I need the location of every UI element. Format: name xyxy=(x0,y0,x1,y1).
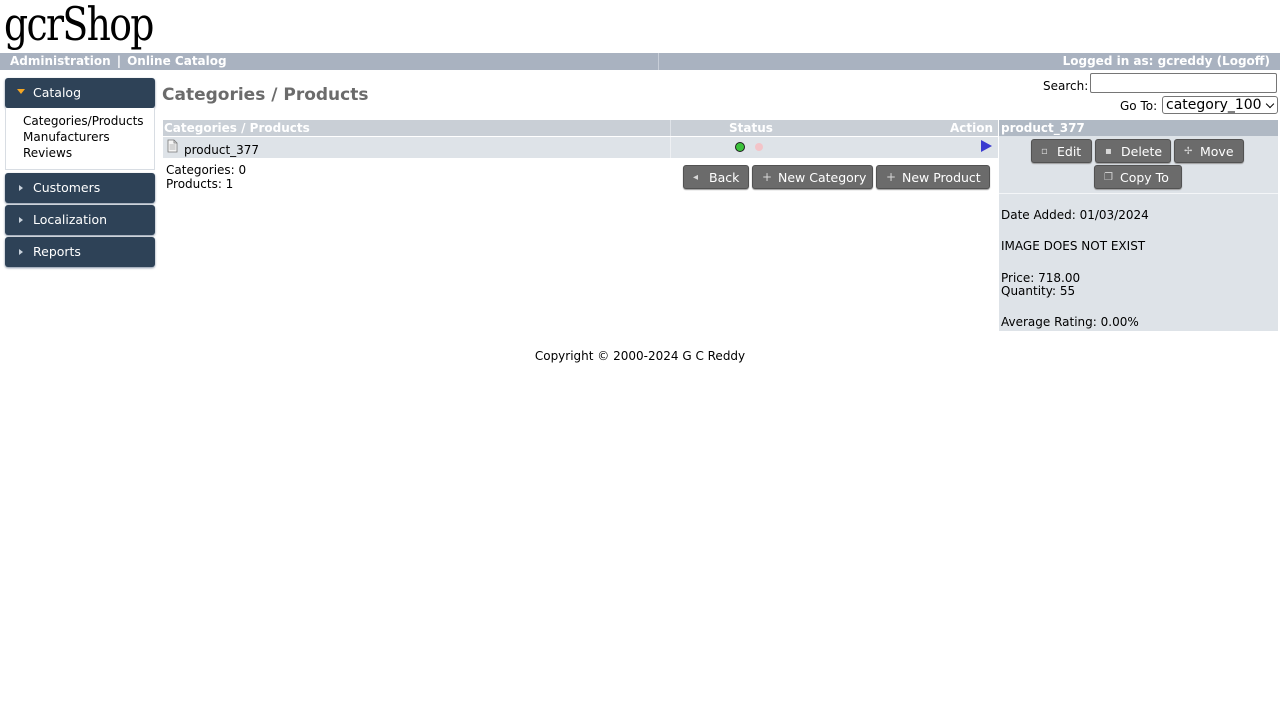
column-divider xyxy=(670,137,671,158)
info-panel-header: product_377 xyxy=(999,120,1278,136)
action-arrow-icon[interactable] xyxy=(981,140,992,152)
edit-icon: ▫ xyxy=(1041,146,1048,157)
page-title: Categories / Products xyxy=(162,85,369,105)
plus-icon: + xyxy=(886,170,897,184)
edit-button[interactable]: ▫ Edit xyxy=(1031,139,1092,163)
status-inactive-icon[interactable] xyxy=(755,143,763,151)
new-product-label: New Product xyxy=(902,170,981,185)
menu-customers-label: Customers xyxy=(33,180,101,195)
info-title: product_377 xyxy=(1001,121,1085,135)
menu-localization[interactable]: Localization xyxy=(5,205,155,235)
delete-button[interactable]: ▪ Delete xyxy=(1095,139,1171,163)
products-count: Products: 1 xyxy=(166,177,234,191)
footer-copyright: Copyright © 2000-2024 G C Reddy xyxy=(534,349,746,363)
search-input[interactable] xyxy=(1090,73,1277,93)
plus-icon: + xyxy=(762,170,773,184)
search-label: Search: xyxy=(1043,79,1089,93)
table-header: Categories / Products Status Action xyxy=(163,120,998,136)
top-bar: Administration | Online Catalog Logged in … xyxy=(0,53,1280,70)
header-name: Categories / Products xyxy=(164,121,310,135)
goto-label: Go To: xyxy=(1120,99,1158,113)
column-divider xyxy=(670,120,671,136)
copy-to-label: Copy To xyxy=(1120,170,1169,185)
menu-catalog[interactable]: Catalog xyxy=(5,78,155,108)
product-info-panel: product_377 ▫ Edit ▪ Delete ✢ Move ❐ Cop… xyxy=(999,120,1278,331)
back-button[interactable]: ◂ Back xyxy=(683,165,749,189)
goto-select[interactable]: category_100 xyxy=(1162,96,1278,114)
collapsed-arrow-icon xyxy=(19,185,23,191)
back-arrow-icon: ◂ xyxy=(693,172,699,183)
copy-icon: ❐ xyxy=(1104,172,1113,183)
quantity: Quantity: 55 xyxy=(1001,284,1076,298)
menu-catalog-label: Catalog xyxy=(33,85,82,100)
expanded-arrow-icon xyxy=(17,89,25,94)
info-separator xyxy=(999,193,1278,194)
menu-localization-label: Localization xyxy=(33,212,108,227)
categories-products-link[interactable]: Categories/Products xyxy=(23,114,144,128)
new-product-button[interactable]: + New Product xyxy=(876,165,990,189)
back-button-label: Back xyxy=(709,170,740,185)
topbar-divider xyxy=(658,53,659,70)
product-name[interactable]: product_377 xyxy=(184,143,259,157)
header-action: Action xyxy=(949,121,993,135)
average-rating: Average Rating: 0.00% xyxy=(1001,315,1139,329)
move-button[interactable]: ✢ Move xyxy=(1174,139,1244,163)
trash-icon: ▪ xyxy=(1105,146,1112,157)
move-icon: ✢ xyxy=(1184,146,1193,157)
table-counts: Categories: 0 Products: 1 xyxy=(166,163,246,191)
copy-to-button[interactable]: ❐ Copy To xyxy=(1094,165,1182,189)
collapsed-arrow-icon xyxy=(19,217,23,223)
administration-link[interactable]: Administration xyxy=(10,54,111,68)
image-status: IMAGE DOES NOT EXIST xyxy=(1001,239,1146,253)
header-status: Status xyxy=(729,121,773,135)
move-label: Move xyxy=(1200,144,1234,159)
catalog-submenu: Categories/Products Manufacturers Review… xyxy=(5,108,155,170)
table-row[interactable]: product_377 xyxy=(163,137,998,158)
delete-label: Delete xyxy=(1121,144,1163,159)
manufacturers-link[interactable]: Manufacturers xyxy=(23,130,110,144)
online-catalog-link[interactable]: Online Catalog xyxy=(127,54,227,68)
new-category-button[interactable]: + New Category xyxy=(752,165,873,189)
logged-in-logoff-link[interactable]: Logged in as: gcreddy (Logoff) xyxy=(1063,54,1270,68)
date-added: Date Added: 01/03/2024 xyxy=(1001,208,1149,222)
categories-count: Categories: 0 xyxy=(166,163,247,177)
edit-label: Edit xyxy=(1057,144,1082,159)
menu-reports[interactable]: Reports xyxy=(5,237,155,267)
new-category-label: New Category xyxy=(778,170,867,185)
site-logo: gcrShop xyxy=(4,0,154,51)
status-active-icon xyxy=(735,142,745,152)
reviews-link[interactable]: Reviews xyxy=(23,146,72,160)
product-file-icon xyxy=(167,139,178,153)
chevron-down-icon xyxy=(1265,99,1275,109)
menu-customers[interactable]: Customers xyxy=(5,173,155,203)
separator: | xyxy=(116,54,122,68)
collapsed-arrow-icon xyxy=(19,249,23,255)
goto-selected-value: category_100 xyxy=(1166,97,1262,113)
menu-reports-label: Reports xyxy=(33,244,81,259)
